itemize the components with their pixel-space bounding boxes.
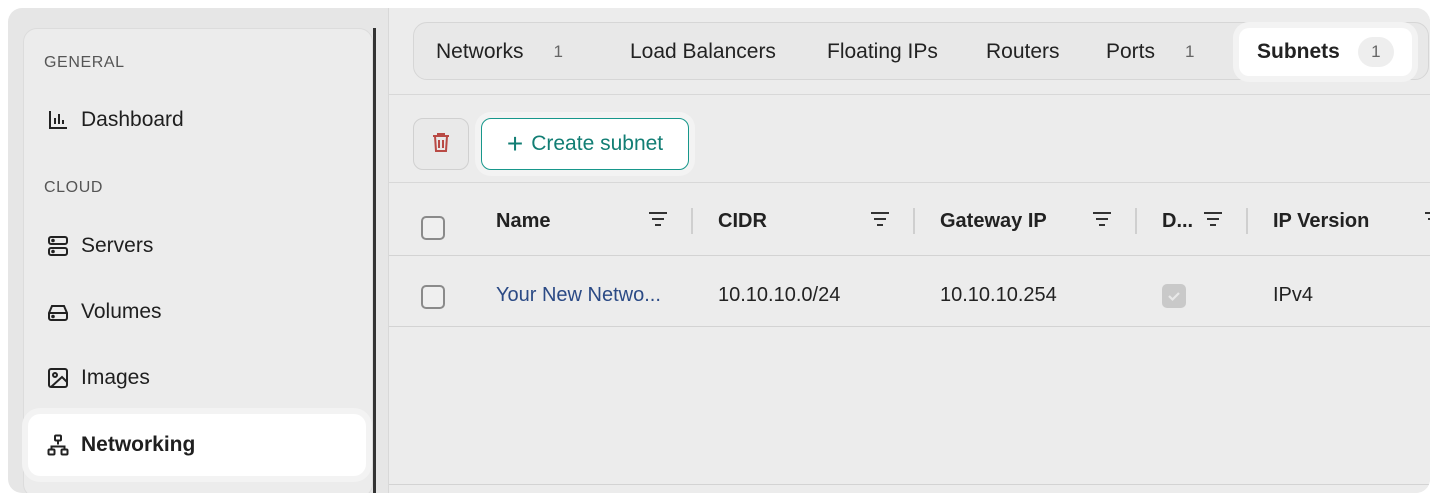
sidebar-item-label: Servers (81, 234, 154, 257)
divider (389, 94, 1430, 95)
tab-ports[interactable]: Ports 1 (1106, 23, 1194, 81)
server-icon (46, 234, 70, 258)
image-icon (46, 366, 70, 390)
tab-label: Subnets (1257, 40, 1340, 63)
tab-label: Networks (436, 40, 524, 63)
column-separator[interactable] (1135, 208, 1137, 234)
filter-icon[interactable] (647, 210, 669, 228)
column-header-ip-version[interactable]: IP Version (1273, 188, 1369, 254)
create-subnet-button[interactable]: + Create subnet (481, 118, 689, 170)
filter-icon[interactable] (1423, 210, 1430, 228)
cell-gateway-ip: 10.10.10.254 (940, 283, 1057, 306)
sidebar-item-servers[interactable]: Servers (38, 218, 364, 274)
column-header-name[interactable]: Name (496, 188, 550, 254)
column-separator[interactable] (1246, 208, 1248, 234)
divider (389, 326, 1430, 327)
network-icon (46, 433, 70, 457)
tab-label: Routers (986, 40, 1060, 63)
section-label-general: GENERAL (44, 54, 125, 71)
divider (389, 255, 1430, 256)
filter-icon[interactable] (869, 210, 891, 228)
drive-icon (46, 300, 70, 324)
trash-icon (430, 131, 452, 158)
tab-count: 1 (1357, 37, 1394, 67)
tab-count: 1 (553, 42, 563, 61)
filter-icon[interactable] (1091, 210, 1113, 228)
plus-icon: + (506, 128, 524, 159)
bar-chart-icon (46, 108, 70, 132)
sidebar-item-images[interactable]: Images (38, 350, 364, 406)
tab-load-balancers[interactable]: Load Balancers (630, 23, 776, 81)
column-header-dhcp[interactable]: D... (1162, 188, 1193, 254)
sidebar-item-volumes[interactable]: Volumes (38, 284, 364, 340)
divider (389, 182, 1430, 183)
row-select-checkbox[interactable] (421, 285, 445, 309)
column-separator[interactable] (691, 208, 693, 234)
tab-floating-ips[interactable]: Floating IPs (827, 23, 938, 81)
tab-label: Ports (1106, 40, 1156, 63)
cell-cidr: 10.10.10.0/24 (718, 283, 841, 306)
create-subnet-label: Create subnet (531, 132, 664, 155)
sidebar-item-label: Dashboard (81, 108, 184, 131)
column-header-gateway-ip[interactable]: Gateway IP (940, 188, 1047, 254)
divider (389, 484, 1430, 485)
sidebar-item-label: Volumes (81, 300, 162, 323)
select-all-checkbox[interactable] (421, 216, 445, 240)
filter-icon[interactable] (1202, 210, 1224, 228)
main-content: Networks 1 Load Balancers Floating IPs R… (388, 8, 1430, 493)
tab-networks[interactable]: Networks 1 (436, 23, 563, 81)
column-separator[interactable] (913, 208, 915, 234)
tab-label: Load Balancers (630, 40, 776, 63)
checkmark-icon (1168, 292, 1180, 302)
sidebar-item-label: Images (81, 366, 150, 389)
tab-routers[interactable]: Routers (986, 23, 1060, 81)
section-label-cloud: CLOUD (44, 179, 104, 196)
dhcp-checked-checkbox (1162, 284, 1186, 308)
subnet-name-link[interactable]: Your New Netwo... (496, 278, 661, 312)
sidebar-item-label: Networking (81, 433, 196, 456)
tab-count: 1 (1185, 42, 1195, 61)
tab-bar: Networks 1 Load Balancers Floating IPs R… (413, 22, 1429, 80)
column-header-cidr[interactable]: CIDR (718, 188, 767, 254)
app-window: GENERAL Dashboard CLOUD Servers Volumes … (8, 8, 1430, 493)
sidebar-divider (373, 28, 376, 493)
sidebar-item-networking[interactable]: Networking (28, 414, 366, 476)
delete-button[interactable] (413, 118, 469, 170)
tab-subnets[interactable]: Subnets 1 (1239, 28, 1412, 76)
sidebar-item-dashboard[interactable]: Dashboard (38, 92, 364, 148)
tab-label: Floating IPs (827, 40, 938, 63)
cell-ip-version: IPv4 (1273, 283, 1314, 306)
